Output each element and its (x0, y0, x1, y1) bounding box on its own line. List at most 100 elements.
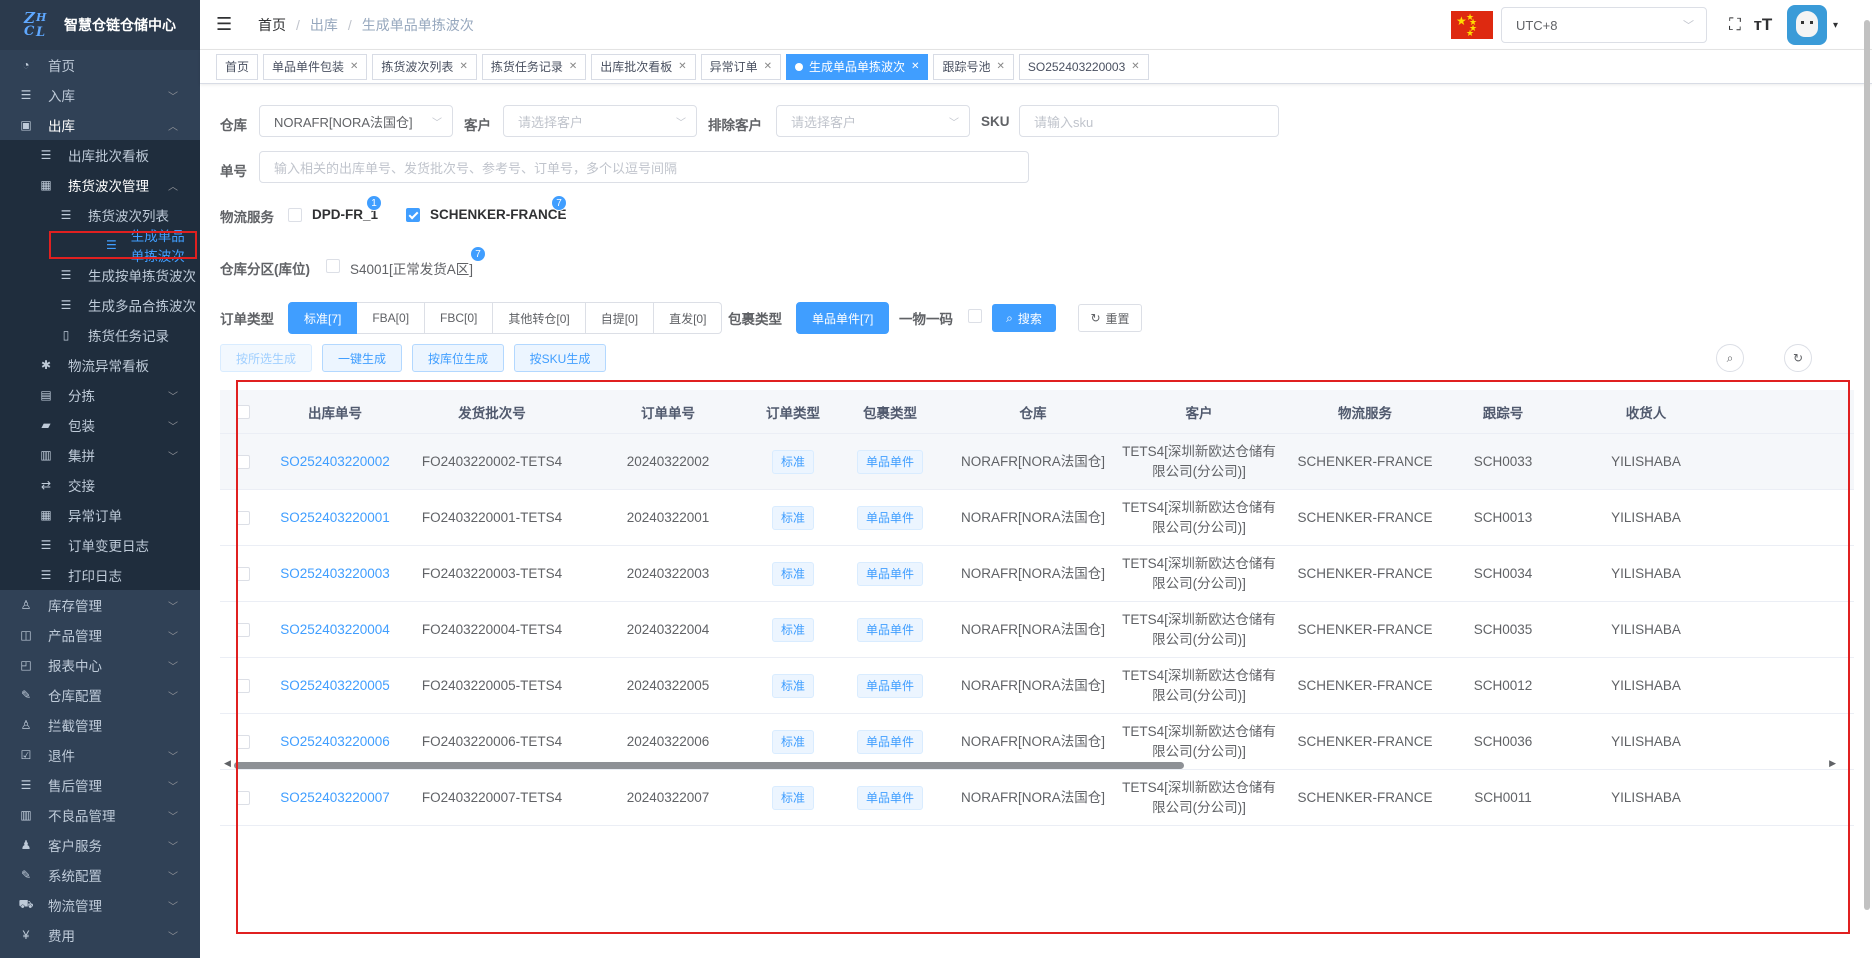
close-icon[interactable]: ✕ (764, 61, 772, 72)
breadcrumb: 首页 / 出库 / 生成单品单拣波次 (258, 15, 474, 35)
sidebar-item-logistics-exception[interactable]: ✱ 物流异常看板 (0, 350, 200, 380)
sidebar-item-products[interactable]: ◫ 产品管理 ﹀ (0, 620, 200, 650)
close-icon[interactable]: ✕ (459, 61, 467, 72)
tab-so-detail[interactable]: SO252403220003 ✕ (1018, 53, 1149, 80)
tab-pick-task-log[interactable]: 拣货任务记录 ✕ (481, 53, 587, 80)
sidebar-item-home[interactable]: ◔ 首页 (0, 50, 200, 80)
order-type-fba[interactable]: FBA[0] (357, 302, 426, 334)
china-flag-icon[interactable]: ★ ★ ★ ★ ★ (1450, 11, 1493, 39)
sidebar-item-inbound[interactable]: ☰ 入库 ﹀ (0, 80, 200, 110)
sidebar-item-gen-order-wave[interactable]: ☰ 生成按单拣货波次 (0, 260, 200, 290)
order-type-direct[interactable]: 直发[0] (654, 302, 723, 334)
sku-input[interactable]: 请输入sku (1019, 105, 1279, 137)
toggle-search-icon[interactable]: ⌕ (1716, 344, 1744, 372)
sidebar-item-gen-multi-wave[interactable]: ☰ 生成多品合拣波次 (0, 290, 200, 320)
order-type-pickup[interactable]: 自提[0] (585, 302, 655, 334)
order-type-other-transfer[interactable]: 其他转仓[0] (493, 302, 586, 334)
sidebar-item-warehouse-config[interactable]: ✎ 仓库配置 ﹀ (0, 680, 200, 710)
tab-batch-board[interactable]: 出库批次看板 ✕ (591, 53, 696, 80)
breadcrumb-home[interactable]: 首页 (258, 15, 286, 35)
caret-down-icon[interactable]: ▾ (1833, 20, 1838, 31)
fullscreen-icon[interactable]: ⛶ (1721, 15, 1749, 35)
sidebar-item-gen-single-wave[interactable]: ☰ 生成单品单拣波次 (48, 229, 198, 264)
sidebar-item-pick-task-log[interactable]: ▯ 拣货任务记录 (0, 320, 200, 350)
refresh-table-icon[interactable]: ↻ (1784, 344, 1812, 372)
book-icon: ▯ (62, 328, 70, 342)
package-type-single[interactable]: 单品单件[7] (796, 302, 890, 334)
sidebar-item-intercept[interactable]: ♙ 拦截管理 (0, 710, 200, 740)
tab-exception-orders[interactable]: 异常订单 ✕ (700, 53, 782, 80)
close-icon[interactable]: ✕ (1131, 61, 1139, 72)
gen-one-click-button[interactable]: 一键生成 (322, 344, 402, 372)
menu-toggle-icon[interactable]: ☰ (216, 14, 238, 35)
sidebar-item-exception-orders[interactable]: ▦ 异常订单 (0, 500, 200, 530)
close-icon[interactable]: ✕ (678, 61, 686, 72)
list-icon: ☰ (106, 238, 117, 252)
zone-checkbox[interactable] (326, 259, 340, 273)
chevron-up-icon: ︿ (168, 181, 178, 193)
box-icon: ▣ (20, 118, 32, 132)
close-icon[interactable]: ✕ (569, 61, 577, 72)
search-button[interactable]: ⌕ 搜索 (992, 304, 1056, 332)
sidebar-item-inventory[interactable]: ♙ 库存管理 ﹀ (0, 590, 200, 620)
reset-button[interactable]: ↻ 重置 (1078, 304, 1142, 332)
tab-gen-single-wave[interactable]: 生成单品单拣波次 ✕ (786, 53, 929, 80)
sidebar-item-packing[interactable]: ▰ 包装 ﹀ (0, 410, 200, 440)
sidebar-item-sorting[interactable]: ▤ 分拣 ﹀ (0, 380, 200, 410)
order-type-fbc[interactable]: FBC[0] (425, 302, 494, 334)
warehouse-select[interactable]: NORAFR[NORA法国仓] ﹀ (259, 105, 453, 137)
sidebar-item-fees[interactable]: ¥ 费用 ﹀ (0, 920, 200, 950)
close-icon[interactable]: ✕ (350, 61, 358, 72)
tab-home[interactable]: 首页 (216, 53, 259, 80)
sidebar-item-system-config[interactable]: ✎ 系统配置 ﹀ (0, 860, 200, 890)
customer-select[interactable]: 请选择客户 ﹀ (503, 105, 697, 137)
timezone-select[interactable]: UTC+8 ﹀ (1500, 7, 1707, 43)
tab-tracking-pool[interactable]: 跟踪号池 ✕ (933, 53, 1014, 80)
sidebar-item-logistics[interactable]: ⛟ 物流管理 ﹀ (0, 890, 200, 920)
logo-mark: Z H C L (24, 9, 47, 40)
gen-selected-button[interactable]: 按所选生成 (220, 344, 312, 372)
chevron-down-icon: ﹀ (949, 117, 959, 129)
active-dot (795, 62, 804, 71)
logistics-schenker-checkbox[interactable] (406, 208, 420, 222)
close-icon[interactable]: ✕ (911, 61, 919, 72)
sidebar-item-consolidation[interactable]: ▥ 集拼 ﹀ (0, 440, 200, 470)
sidebar-item-after-sales[interactable]: ☰ 售后管理 ﹀ (0, 770, 200, 800)
sidebar-item-order-change-log[interactable]: ☰ 订单变更日志 (0, 530, 200, 560)
zone-option-label[interactable]: S4001[正常发货A区] (350, 258, 473, 278)
order-no-input[interactable]: 输入相关的出库单号、发货批次号、参考号、订单号，多个以逗号间隔 (259, 151, 1029, 183)
list-icon: ☰ (60, 268, 72, 282)
print-icon: ▥ (20, 808, 32, 822)
font-size-icon[interactable]: ᴛT (1749, 15, 1777, 35)
avatar[interactable] (1786, 5, 1827, 45)
logistics-schenker-count: 7 (551, 195, 567, 211)
chevron-down-icon: ﹀ (168, 871, 178, 883)
sidebar-item-handover[interactable]: ⇄ 交接 (0, 470, 200, 500)
customer-label: 客户 (464, 118, 491, 133)
list-icon: ☰ (20, 88, 32, 102)
tab-wave-list[interactable]: 拣货波次列表 ✕ (372, 53, 477, 80)
order-type-standard[interactable]: 标准[7] (288, 302, 358, 334)
list-icon: ☰ (20, 778, 32, 792)
breadcrumb-separator: / (296, 16, 300, 33)
logistics-schenker-label[interactable]: SCHENKER-FRANCE (430, 207, 567, 222)
sidebar-item-wave-mgmt[interactable]: ▦ 拣货波次管理 ︿ (0, 170, 200, 200)
tab-single-packing[interactable]: 单品单件包装 ✕ (263, 53, 368, 80)
sidebar-item-customer-service[interactable]: ♟ 客户服务 ﹀ (0, 830, 200, 860)
scroll-left-icon[interactable]: ◀ (224, 758, 231, 769)
sidebar-item-outbound[interactable]: ▣ 出库 ︿ (0, 110, 200, 140)
sidebar-item-returns[interactable]: ☑ 退件 ﹀ (0, 740, 200, 770)
gen-by-location-button[interactable]: 按库位生成 (412, 344, 504, 372)
sidebar-item-print-log[interactable]: ☰ 打印日志 (0, 560, 200, 590)
exclude-customer-select[interactable]: 请选择客户 ﹀ (776, 105, 970, 137)
edit-icon: ✎ (20, 688, 32, 702)
logistics-dpd-checkbox[interactable] (288, 208, 302, 222)
close-icon[interactable]: ✕ (996, 61, 1004, 72)
avatar-face (1795, 11, 1818, 37)
gen-by-sku-button[interactable]: 按SKU生成 (514, 344, 606, 372)
sidebar-item-reports[interactable]: ◰ 报表中心 ﹀ (0, 650, 200, 680)
vertical-scrollbar[interactable] (1864, 20, 1870, 910)
sidebar-item-defective[interactable]: ▥ 不良品管理 ﹀ (0, 800, 200, 830)
one-code-checkbox[interactable] (968, 309, 982, 323)
sidebar-item-batch-board[interactable]: ☰ 出库批次看板 (0, 140, 200, 170)
